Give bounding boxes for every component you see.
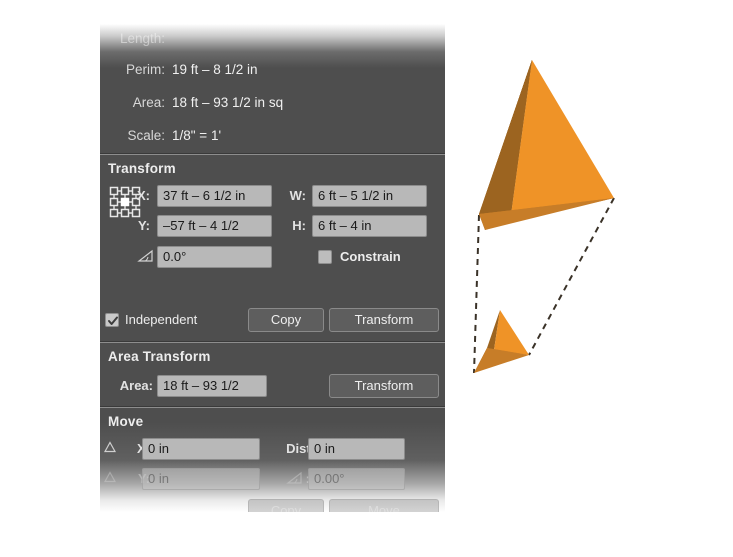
readout-length: Length: (100, 24, 445, 54)
readout-area-value: 18 ft – 93 1/2 in sq (172, 95, 284, 110)
readout-perimeter: Perim: 19 ft – 8 1/2 in (100, 55, 445, 85)
transform-h-label: H: (292, 218, 306, 233)
delta-y-icon (103, 470, 117, 487)
area-transform-area-input[interactable]: 18 ft – 93 1/2 (157, 375, 267, 397)
transform-y-label: Y: (137, 218, 150, 233)
readout-area: Area: 18 ft – 93 1/2 in sq (100, 88, 445, 118)
large-tetrahedron[interactable] (479, 60, 614, 230)
delta-x-icon (103, 440, 117, 457)
transform-x-label: X: (137, 188, 150, 203)
transform-h-input[interactable]: 6 ft – 4 in (312, 215, 427, 237)
divider-area-transform (100, 341, 445, 343)
transform-y-input[interactable]: –57 ft – 4 1/2 (157, 215, 272, 237)
transform-w-label: W: (289, 188, 306, 203)
move-heading: Move (108, 414, 144, 429)
transform-apply-button[interactable]: Transform (329, 308, 439, 332)
constrain-checkbox[interactable] (318, 250, 332, 264)
move-dist-input[interactable]: 0 in (308, 438, 405, 460)
readout-area-label: Area: (132, 95, 165, 110)
divider-move (100, 406, 445, 408)
divider-transform (100, 153, 445, 155)
transform-heading: Transform (108, 161, 176, 176)
small-tetrahedron[interactable] (474, 310, 529, 373)
move-apply-button[interactable]: Move (329, 499, 439, 512)
move-copy-button[interactable]: Copy (248, 499, 324, 512)
constrain-label: Constrain (340, 249, 401, 264)
area-transform-heading: Area Transform (108, 349, 211, 364)
readout-perimeter-label: Perim: (125, 62, 165, 77)
move-angle-input[interactable]: 0.00° (308, 468, 405, 490)
readout-scale-label: Scale: (127, 128, 165, 143)
move-dy-input[interactable]: 0 in (142, 468, 260, 490)
independent-label: Independent (125, 312, 198, 327)
transform-angle-input[interactable]: 0.0° (157, 246, 272, 268)
readout-length-label: Length: (119, 31, 165, 46)
object-info-panel[interactable]: Length: Perim: 19 ft – 8 1/2 in Area: 18… (100, 22, 445, 512)
transform-copy-button[interactable]: Copy (248, 308, 324, 332)
area-transform-area-label: Area: (119, 378, 153, 393)
independent-checkbox[interactable] (105, 313, 119, 327)
move-dx-input[interactable]: 0 in (142, 438, 260, 460)
area-transform-apply-button[interactable]: Transform (329, 374, 439, 398)
readout-perimeter-value: 19 ft – 8 1/2 in (172, 62, 258, 77)
transform-x-input[interactable]: 37 ft – 6 1/2 in (157, 185, 272, 207)
transform-w-input[interactable]: 6 ft – 5 1/2 in (312, 185, 427, 207)
readout-scale: Scale: 1/8" = 1' (100, 121, 445, 151)
readout-scale-value: 1/8" = 1' (172, 128, 222, 143)
